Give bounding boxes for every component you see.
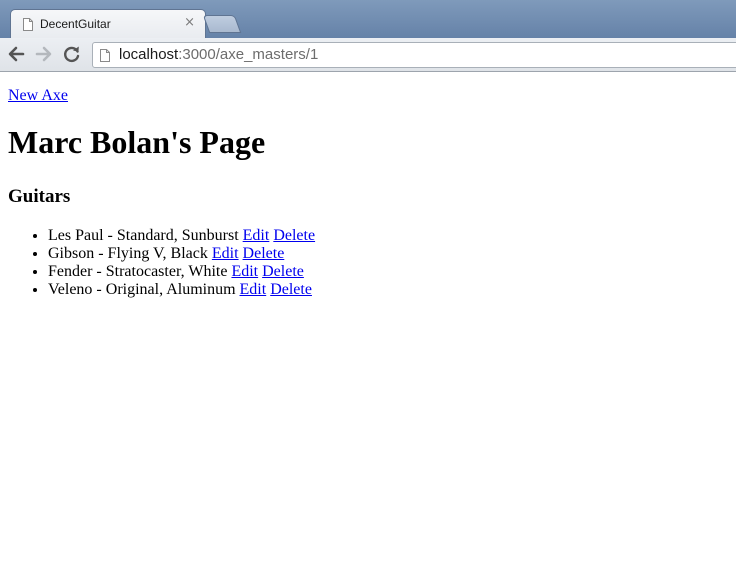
- page-icon: [23, 18, 33, 31]
- edit-link[interactable]: Edit: [243, 227, 270, 244]
- new-tab-icon[interactable]: [202, 15, 242, 33]
- delete-link[interactable]: Delete: [262, 263, 304, 280]
- back-arrow-icon[interactable]: [6, 44, 26, 64]
- address-host: localhost: [119, 46, 179, 63]
- reload-icon[interactable]: [62, 44, 82, 64]
- tab-decentguitar[interactable]: DecentGuitar ×: [10, 9, 206, 38]
- guitar-description: Fender - Stratocaster, White: [48, 263, 228, 280]
- delete-link[interactable]: Delete: [273, 227, 315, 244]
- list-item: Veleno - Original, Aluminum Edit Delete: [48, 281, 315, 299]
- list-item: Les Paul - Standard, Sunburst Edit Delet…: [48, 227, 315, 245]
- tab-strip: DecentGuitar ×: [0, 0, 736, 38]
- list-item: Gibson - Flying V, Black Edit Delete: [48, 245, 315, 263]
- list-item: Fender - Stratocaster, White Edit Delete: [48, 263, 315, 281]
- edit-link[interactable]: Edit: [212, 245, 239, 262]
- page-content: New Axe Marc Bolan's Page Guitars Les Pa…: [0, 72, 736, 561]
- guitar-description: Veleno - Original, Aluminum: [48, 281, 236, 298]
- edit-link[interactable]: Edit: [231, 263, 258, 280]
- delete-link[interactable]: Delete: [270, 281, 312, 298]
- guitar-list: Les Paul - Standard, Sunburst Edit Delet…: [8, 227, 315, 299]
- new-axe-link[interactable]: New Axe: [8, 87, 68, 105]
- guitar-description: Les Paul - Standard, Sunburst: [48, 227, 239, 244]
- toolbar: localhost:3000/axe_masters/1: [0, 38, 736, 72]
- edit-link[interactable]: Edit: [240, 281, 267, 298]
- forward-arrow-icon[interactable]: [34, 44, 54, 64]
- address-url: localhost:3000/axe_masters/1: [119, 46, 318, 63]
- page-icon: [100, 49, 110, 62]
- delete-link[interactable]: Delete: [243, 245, 285, 262]
- close-icon[interactable]: ×: [184, 15, 195, 30]
- tab-title: DecentGuitar: [40, 17, 111, 31]
- address-bar[interactable]: localhost:3000/axe_masters/1: [92, 42, 736, 68]
- page-title: Marc Bolan's Page: [8, 124, 266, 160]
- address-path: :3000/axe_masters/1: [178, 46, 319, 63]
- guitar-description: Gibson - Flying V, Black: [48, 245, 208, 262]
- section-heading: Guitars: [8, 186, 71, 207]
- browser-chrome: DecentGuitar × localhost:3000/axe_master…: [0, 0, 736, 72]
